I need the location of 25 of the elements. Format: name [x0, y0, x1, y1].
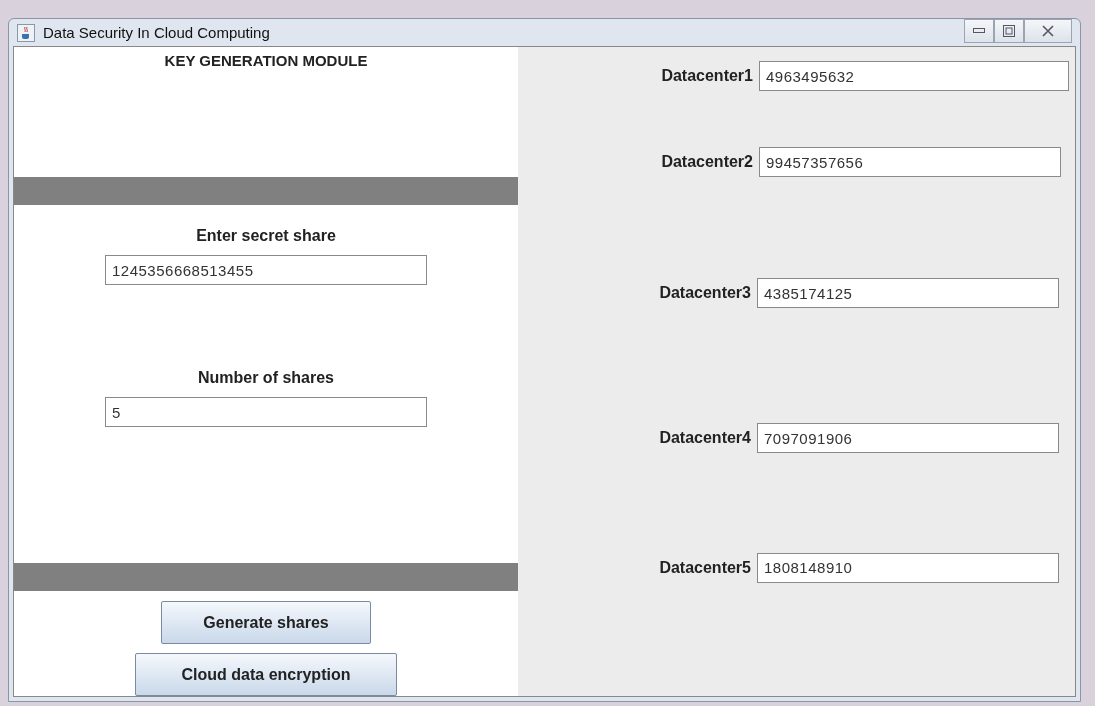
action-button[interactable]: Cloud data encryption — [135, 653, 397, 696]
maximize-button[interactable] — [994, 19, 1024, 43]
datacenter-label: Datacenter2 — [661, 153, 753, 171]
minimize-icon — [973, 28, 985, 34]
datacenter-label: Datacenter1 — [661, 67, 753, 85]
datacenter-field[interactable]: 7097091906 — [757, 423, 1059, 453]
close-button[interactable] — [1024, 19, 1072, 43]
input-field[interactable]: 5 — [105, 397, 427, 427]
java-cup-icon — [17, 23, 35, 42]
datacenter-field[interactable]: 4963495632 — [759, 61, 1069, 91]
maximize-icon — [1003, 25, 1015, 37]
action-button[interactable]: Generate shares — [161, 601, 371, 644]
datacenter-field[interactable]: 4385174125 — [757, 278, 1059, 308]
datacenter-field[interactable]: 99457357656 — [759, 147, 1061, 177]
datacenter-label: Datacenter5 — [659, 558, 751, 577]
datacenter-field[interactable]: 1808148910 — [757, 552, 1059, 583]
field-label: Enter secret share — [196, 227, 336, 245]
field-label: Number of shares — [197, 369, 334, 387]
window-title: Data Security In Cloud Computing — [43, 24, 270, 41]
close-icon — [1041, 25, 1055, 37]
minimize-button[interactable] — [964, 19, 994, 43]
module-heading: KEY GENERATION MODULE — [164, 52, 368, 71]
datacenter-label: Datacenter3 — [659, 284, 751, 302]
datacenter-label: Datacenter4 — [659, 429, 751, 447]
input-field[interactable]: 1245356668513455 — [105, 255, 427, 285]
